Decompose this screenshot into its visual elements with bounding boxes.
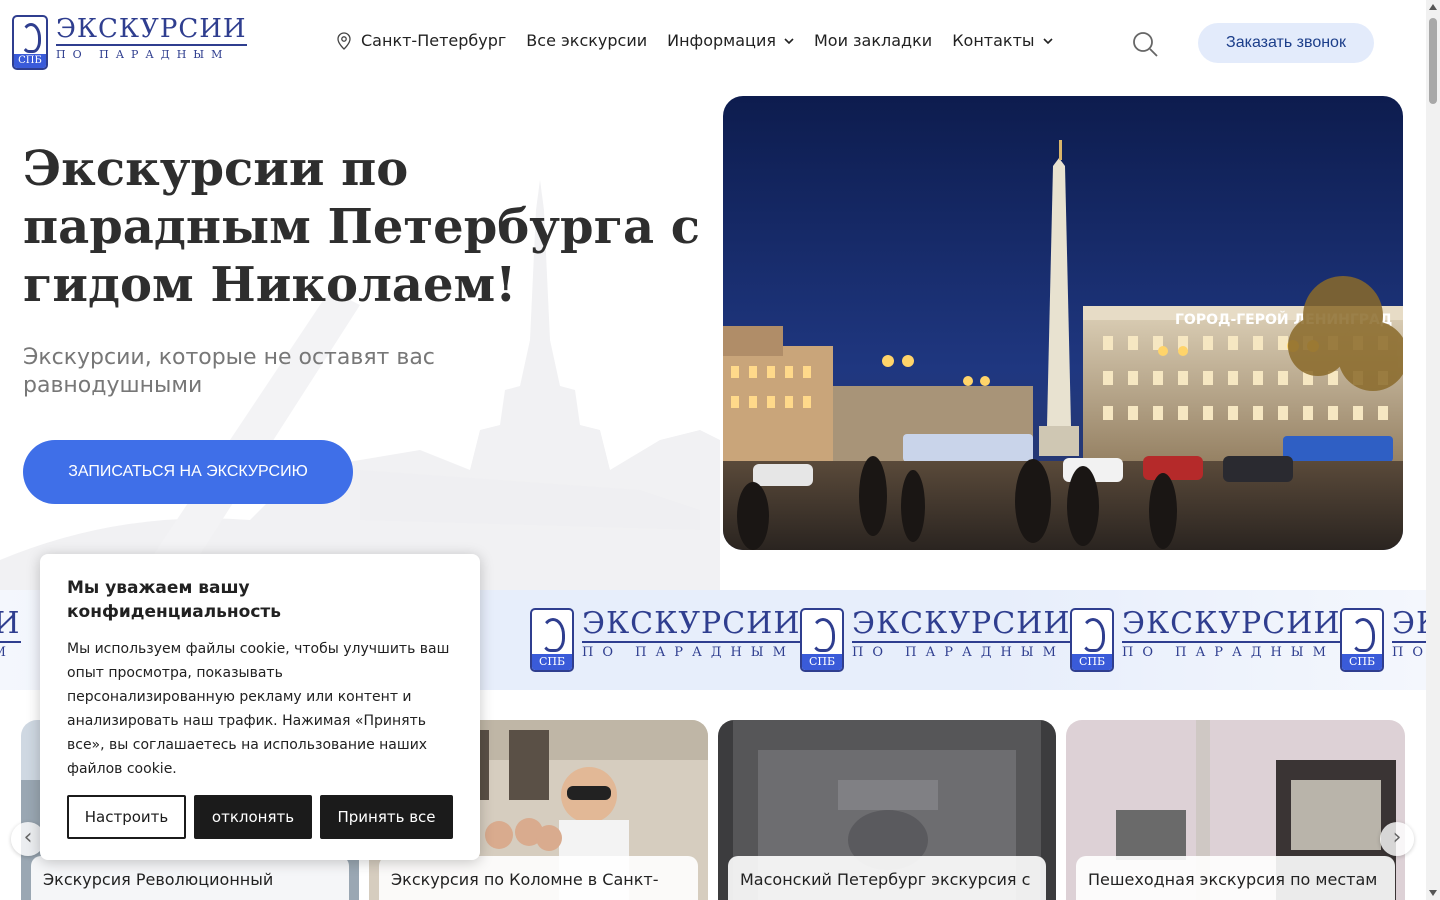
chevron-down-icon bbox=[1042, 37, 1053, 44]
logo-badge: СПБ bbox=[532, 654, 572, 670]
location-pin-icon bbox=[337, 31, 351, 50]
strip-logo: СПБЭКСКУРСИИПО ПАРАДНЫМ bbox=[0, 608, 21, 672]
nav-all-tours-label: Все экскурсии bbox=[526, 31, 648, 50]
nav-info[interactable]: Информация bbox=[667, 31, 794, 50]
page: СПБ ЭКСКУРСИИ ПО ПАРАДНЫМ Санкт-Петербур… bbox=[0, 0, 1440, 900]
logo-subtitle: ПО ПАРАДНЫМ bbox=[582, 645, 795, 660]
search-icon[interactable] bbox=[1131, 30, 1159, 58]
logo-subtitle: ПО ПАРАДНЫМ bbox=[56, 48, 230, 61]
cookie-customize-button[interactable]: Настроить bbox=[67, 795, 186, 839]
nav-contacts-label: Контакты bbox=[952, 31, 1035, 50]
site-header: СПБ ЭКСКУРСИИ ПО ПАРАДНЫМ Санкт-Петербур… bbox=[0, 0, 1426, 86]
carousel-next-button[interactable]: › bbox=[1380, 822, 1414, 856]
cookie-consent-dialog: Мы уважаем вашу конфиденциальность Мы ис… bbox=[40, 554, 480, 860]
nav-all-tours[interactable]: Все экскурсии bbox=[526, 31, 647, 50]
strip-logo: СПБ ЭКСКУРСИИ ПО ПАРАДНЫМ bbox=[800, 608, 1071, 672]
logo-badge: СПБ bbox=[1072, 654, 1112, 670]
cookie-accept-button[interactable]: Принять все bbox=[320, 795, 453, 839]
tour-card[interactable]: Пешеходная экскурсия по местам bbox=[1066, 720, 1405, 900]
staircase-logo-icon: СПБ bbox=[1340, 608, 1384, 672]
strip-logo: СПБ ЭКСКУРСИИ ПО ПАРАДНЫМ bbox=[1340, 608, 1426, 672]
staircase-logo-icon: СПБ bbox=[800, 608, 844, 672]
cookie-title: Мы уважаем вашу конфиденциальность bbox=[67, 578, 282, 622]
nav-contacts[interactable]: Контакты bbox=[952, 31, 1053, 50]
nav-city-label: Санкт-Петербург bbox=[361, 31, 507, 50]
staircase-logo-icon: СПБ bbox=[12, 15, 48, 70]
cookie-reject-button[interactable]: отклонять bbox=[194, 795, 312, 839]
logo-title: ЭКСКУРСИИ bbox=[0, 608, 21, 643]
staircase-logo-icon: СПБ bbox=[530, 608, 574, 672]
main-nav: Санкт-Петербург Все экскурсии Информация… bbox=[336, 31, 1073, 50]
book-tour-button[interactable]: ЗАПИСАТЬСЯ НА ЭКСКУРСИЮ bbox=[23, 440, 353, 504]
strip-logo: СПБ ЭКСКУРСИИ ПО ПАРАДНЫМ bbox=[1070, 608, 1341, 672]
tour-card-title: Масонский Петербург экскурсия с bbox=[728, 856, 1046, 900]
tour-card-title: Экскурсия по Коломне в Санкт- bbox=[379, 856, 698, 900]
chevron-left-icon: ‹ bbox=[23, 825, 33, 850]
nav-city[interactable]: Санкт-Петербург bbox=[336, 31, 506, 50]
tour-card-title: Экскурсия Революционный bbox=[31, 856, 349, 900]
logo-badge: СПБ bbox=[1342, 654, 1382, 670]
site-logo[interactable]: СПБ ЭКСКУРСИИ ПО ПАРАДНЫМ bbox=[12, 15, 247, 70]
staircase-logo-icon: СПБ bbox=[1070, 608, 1114, 672]
cookie-buttons: Настроить отклонять Принять все bbox=[67, 795, 461, 839]
tour-card-title: Пешеходная экскурсия по местам bbox=[1076, 856, 1395, 900]
logo-subtitle: ПО ПАРАДНЫМ bbox=[0, 645, 21, 660]
cookie-text: Мы используем файлы cookie, чтобы улучши… bbox=[67, 641, 450, 777]
nav-bookmarks-label: Мои закладки bbox=[813, 31, 933, 50]
nav-bookmarks[interactable]: Мои закладки bbox=[814, 31, 932, 50]
hero-title: Экскурсии по парадным Петербурга с гидом… bbox=[23, 141, 701, 313]
chevron-down-icon bbox=[784, 37, 794, 44]
nav-info-label: Информация bbox=[667, 31, 776, 50]
logo-badge: СПБ bbox=[14, 54, 46, 68]
hero-photo-uprising-square: ГОРОД-ГЕРОЙ ЛЕНИНГРАД bbox=[723, 96, 1403, 550]
scroll-down-arrow-icon[interactable] bbox=[1429, 890, 1437, 896]
chevron-right-icon: › bbox=[1392, 825, 1402, 850]
logo-subtitle: ПО ПАРАДНЫМ bbox=[1392, 645, 1426, 660]
logo-title: ЭКСКУРСИИ bbox=[852, 606, 1071, 643]
order-call-button[interactable]: Заказать звонок bbox=[1198, 23, 1374, 63]
hero-subtitle: Экскурсии, которые не оставят вас равнод… bbox=[23, 345, 435, 398]
tour-card[interactable]: Масонский Петербург экскурсия с bbox=[718, 720, 1056, 900]
logo-title: ЭКСКУРСИИ bbox=[56, 14, 247, 46]
page-scrollbar[interactable] bbox=[1426, 0, 1440, 900]
logo-badge: СПБ bbox=[802, 654, 842, 670]
logo-title: ЭКСКУРСИИ bbox=[1122, 606, 1341, 643]
logo-subtitle: ПО ПАРАДНЫМ bbox=[852, 645, 1065, 660]
logo-title: ЭКСКУРСИИ bbox=[1392, 608, 1426, 643]
scrollbar-thumb[interactable] bbox=[1429, 18, 1437, 104]
logo-title: ЭКСКУРСИИ bbox=[582, 606, 801, 643]
logo-subtitle: ПО ПАРАДНЫМ bbox=[1122, 645, 1335, 660]
strip-logo: СПБ ЭКСКУРСИИ ПО ПАРАДНЫМ bbox=[530, 608, 801, 672]
scroll-up-arrow-icon[interactable] bbox=[1429, 4, 1437, 10]
